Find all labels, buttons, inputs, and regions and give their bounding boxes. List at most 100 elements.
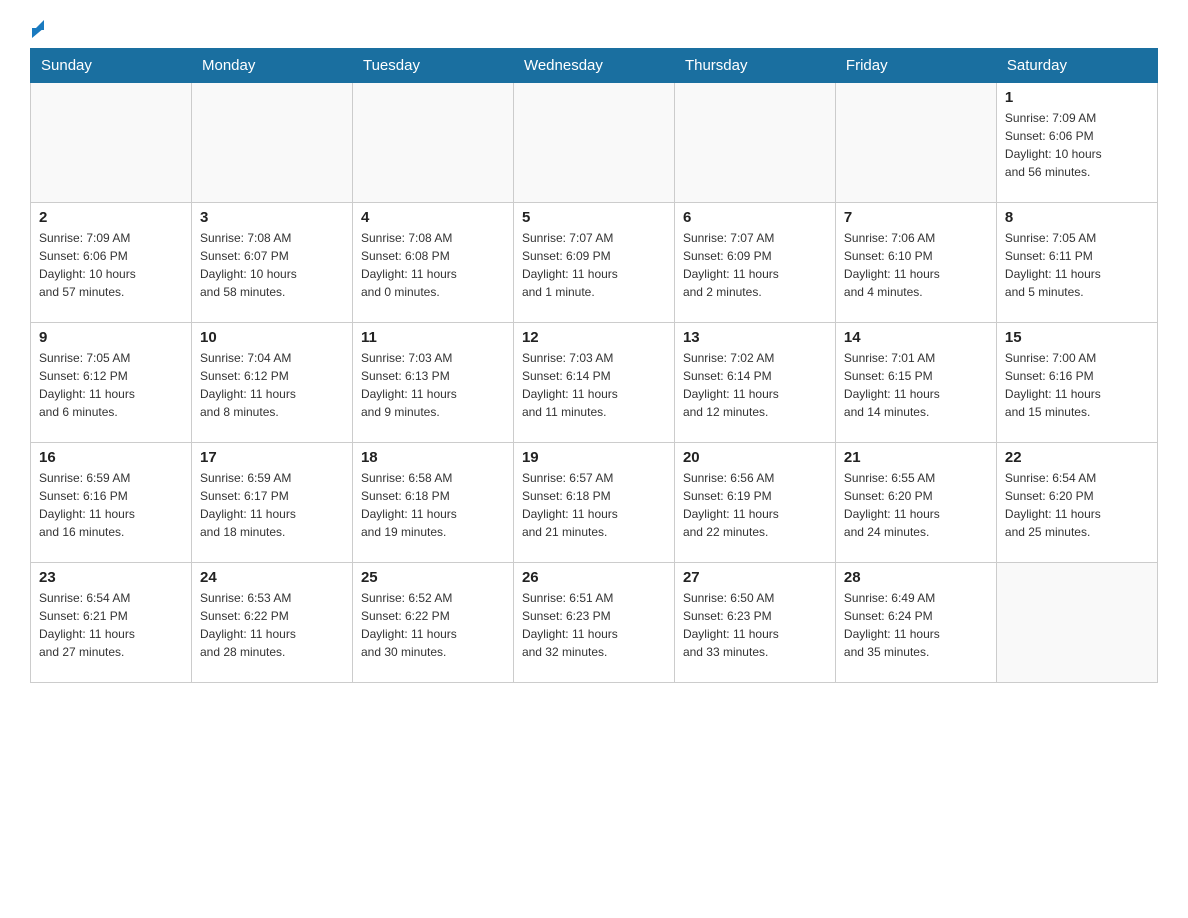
calendar-cell: 13 Sunrise: 7:02 AMSunset: 6:14 PMDayligh… [674,323,835,443]
day-of-week-header: Monday [191,49,352,83]
day-info: Sunrise: 7:00 AMSunset: 6:16 PMDaylight:… [1005,349,1149,421]
calendar-cell: 24 Sunrise: 6:53 AMSunset: 6:22 PMDayligh… [191,563,352,683]
calendar-cell: 21 Sunrise: 6:55 AMSunset: 6:20 PMDayligh… [835,443,996,563]
day-number: 15 [1005,329,1149,346]
calendar-cell [835,83,996,203]
day-number: 18 [361,449,505,466]
day-number: 13 [683,329,827,346]
calendar-cell: 23 Sunrise: 6:54 AMSunset: 6:21 PMDayligh… [31,563,192,683]
logo [30,20,44,38]
calendar-cell: 14 Sunrise: 7:01 AMSunset: 6:15 PMDayligh… [835,323,996,443]
day-number: 8 [1005,209,1149,226]
day-info: Sunrise: 7:01 AMSunset: 6:15 PMDaylight:… [844,349,988,421]
day-of-week-header: Tuesday [352,49,513,83]
week-row: 1 Sunrise: 7:09 AMSunset: 6:06 PMDaylight… [31,83,1158,203]
day-number: 20 [683,449,827,466]
calendar-cell: 10 Sunrise: 7:04 AMSunset: 6:12 PMDayligh… [191,323,352,443]
day-info: Sunrise: 6:54 AMSunset: 6:20 PMDaylight:… [1005,469,1149,541]
day-number: 6 [683,209,827,226]
day-of-week-header: Thursday [674,49,835,83]
day-info: Sunrise: 6:49 AMSunset: 6:24 PMDaylight:… [844,589,988,661]
calendar-cell: 8 Sunrise: 7:05 AMSunset: 6:11 PMDaylight… [996,203,1157,323]
calendar-cell [513,83,674,203]
day-info: Sunrise: 7:07 AMSunset: 6:09 PMDaylight:… [683,229,827,301]
calendar-cell: 9Sunrise: 7:05 AMSunset: 6:12 PMDaylight… [31,323,192,443]
day-info: Sunrise: 7:09 AMSunset: 6:06 PMDaylight:… [39,229,183,301]
day-number: 12 [522,329,666,346]
calendar-cell [352,83,513,203]
day-info: Sunrise: 6:50 AMSunset: 6:23 PMDaylight:… [683,589,827,661]
calendar-cell: 28 Sunrise: 6:49 AMSunset: 6:24 PMDayligh… [835,563,996,683]
day-info: Sunrise: 7:08 AMSunset: 6:08 PMDaylight:… [361,229,505,301]
calendar-cell: 1 Sunrise: 7:09 AMSunset: 6:06 PMDaylight… [996,83,1157,203]
calendar-cell [31,83,192,203]
calendar-cell [191,83,352,203]
calendar-cell: 18 Sunrise: 6:58 AMSunset: 6:18 PMDayligh… [352,443,513,563]
day-number: 4 [361,209,505,226]
day-info: Sunrise: 6:58 AMSunset: 6:18 PMDaylight:… [361,469,505,541]
day-info: Sunrise: 7:02 AMSunset: 6:14 PMDaylight:… [683,349,827,421]
calendar-cell [996,563,1157,683]
day-info: Sunrise: 7:09 AMSunset: 6:06 PMDaylight:… [1005,109,1149,181]
day-number: 16 [39,449,183,466]
day-number: 27 [683,569,827,586]
day-info: Sunrise: 6:51 AMSunset: 6:23 PMDaylight:… [522,589,666,661]
day-of-week-header: Saturday [996,49,1157,83]
day-of-week-header: Wednesday [513,49,674,83]
day-number: 7 [844,209,988,226]
calendar-cell: 7 Sunrise: 7:06 AMSunset: 6:10 PMDaylight… [835,203,996,323]
day-info: Sunrise: 7:08 AMSunset: 6:07 PMDaylight:… [200,229,344,301]
day-info: Sunrise: 6:59 AMSunset: 6:17 PMDaylight:… [200,469,344,541]
day-number: 24 [200,569,344,586]
calendar-cell: 2 Sunrise: 7:09 AMSunset: 6:06 PMDaylight… [31,203,192,323]
day-info: Sunrise: 7:03 AMSunset: 6:13 PMDaylight:… [361,349,505,421]
calendar-cell: 12 Sunrise: 7:03 AMSunset: 6:14 PMDayligh… [513,323,674,443]
day-info: Sunrise: 7:05 AMSunset: 6:11 PMDaylight:… [1005,229,1149,301]
day-number: 14 [844,329,988,346]
day-info: Sunrise: 7:05 AMSunset: 6:12 PMDaylight:… [39,349,183,421]
day-info: Sunrise: 6:57 AMSunset: 6:18 PMDaylight:… [522,469,666,541]
calendar-cell: 4 Sunrise: 7:08 AMSunset: 6:08 PMDaylight… [352,203,513,323]
day-info: Sunrise: 7:03 AMSunset: 6:14 PMDaylight:… [522,349,666,421]
day-number: 28 [844,569,988,586]
calendar-cell: 11 Sunrise: 7:03 AMSunset: 6:13 PMDayligh… [352,323,513,443]
calendar-cell: 15 Sunrise: 7:00 AMSunset: 6:16 PMDayligh… [996,323,1157,443]
day-of-week-header: Sunday [31,49,192,83]
day-number: 1 [1005,89,1149,106]
calendar-cell: 5 Sunrise: 7:07 AMSunset: 6:09 PMDaylight… [513,203,674,323]
day-number: 22 [1005,449,1149,466]
day-info: Sunrise: 6:52 AMSunset: 6:22 PMDaylight:… [361,589,505,661]
day-number: 11 [361,329,505,346]
day-number: 2 [39,209,183,226]
calendar-cell: 25Sunrise: 6:52 AMSunset: 6:22 PMDayligh… [352,563,513,683]
calendar-cell: 19 Sunrise: 6:57 AMSunset: 6:18 PMDayligh… [513,443,674,563]
day-info: Sunrise: 7:06 AMSunset: 6:10 PMDaylight:… [844,229,988,301]
day-info: Sunrise: 6:54 AMSunset: 6:21 PMDaylight:… [39,589,183,661]
day-info: Sunrise: 6:56 AMSunset: 6:19 PMDaylight:… [683,469,827,541]
day-number: 17 [200,449,344,466]
day-of-week-header: Friday [835,49,996,83]
day-number: 23 [39,569,183,586]
calendar-cell: 27 Sunrise: 6:50 AMSunset: 6:23 PMDayligh… [674,563,835,683]
day-info: Sunrise: 7:07 AMSunset: 6:09 PMDaylight:… [522,229,666,301]
calendar-cell: 20 Sunrise: 6:56 AMSunset: 6:19 PMDayligh… [674,443,835,563]
day-number: 19 [522,449,666,466]
day-number: 3 [200,209,344,226]
day-number: 21 [844,449,988,466]
page-header [30,20,1158,38]
calendar-cell: 6 Sunrise: 7:07 AMSunset: 6:09 PMDaylight… [674,203,835,323]
day-number: 26 [522,569,666,586]
calendar-cell [674,83,835,203]
day-number: 5 [522,209,666,226]
week-row: 23 Sunrise: 6:54 AMSunset: 6:21 PMDayligh… [31,563,1158,683]
day-info: Sunrise: 6:59 AMSunset: 6:16 PMDaylight:… [39,469,183,541]
week-row: 16 Sunrise: 6:59 AMSunset: 6:16 PMDayligh… [31,443,1158,563]
day-info: Sunrise: 6:53 AMSunset: 6:22 PMDaylight:… [200,589,344,661]
day-info: Sunrise: 6:55 AMSunset: 6:20 PMDaylight:… [844,469,988,541]
calendar-cell: 3 Sunrise: 7:08 AMSunset: 6:07 PMDaylight… [191,203,352,323]
day-info: Sunrise: 7:04 AMSunset: 6:12 PMDaylight:… [200,349,344,421]
calendar-table: SundayMondayTuesdayWednesdayThursdayFrid… [30,48,1158,683]
day-number: 10 [200,329,344,346]
calendar-header-row: SundayMondayTuesdayWednesdayThursdayFrid… [31,49,1158,83]
calendar-cell: 22 Sunrise: 6:54 AMSunset: 6:20 PMDayligh… [996,443,1157,563]
